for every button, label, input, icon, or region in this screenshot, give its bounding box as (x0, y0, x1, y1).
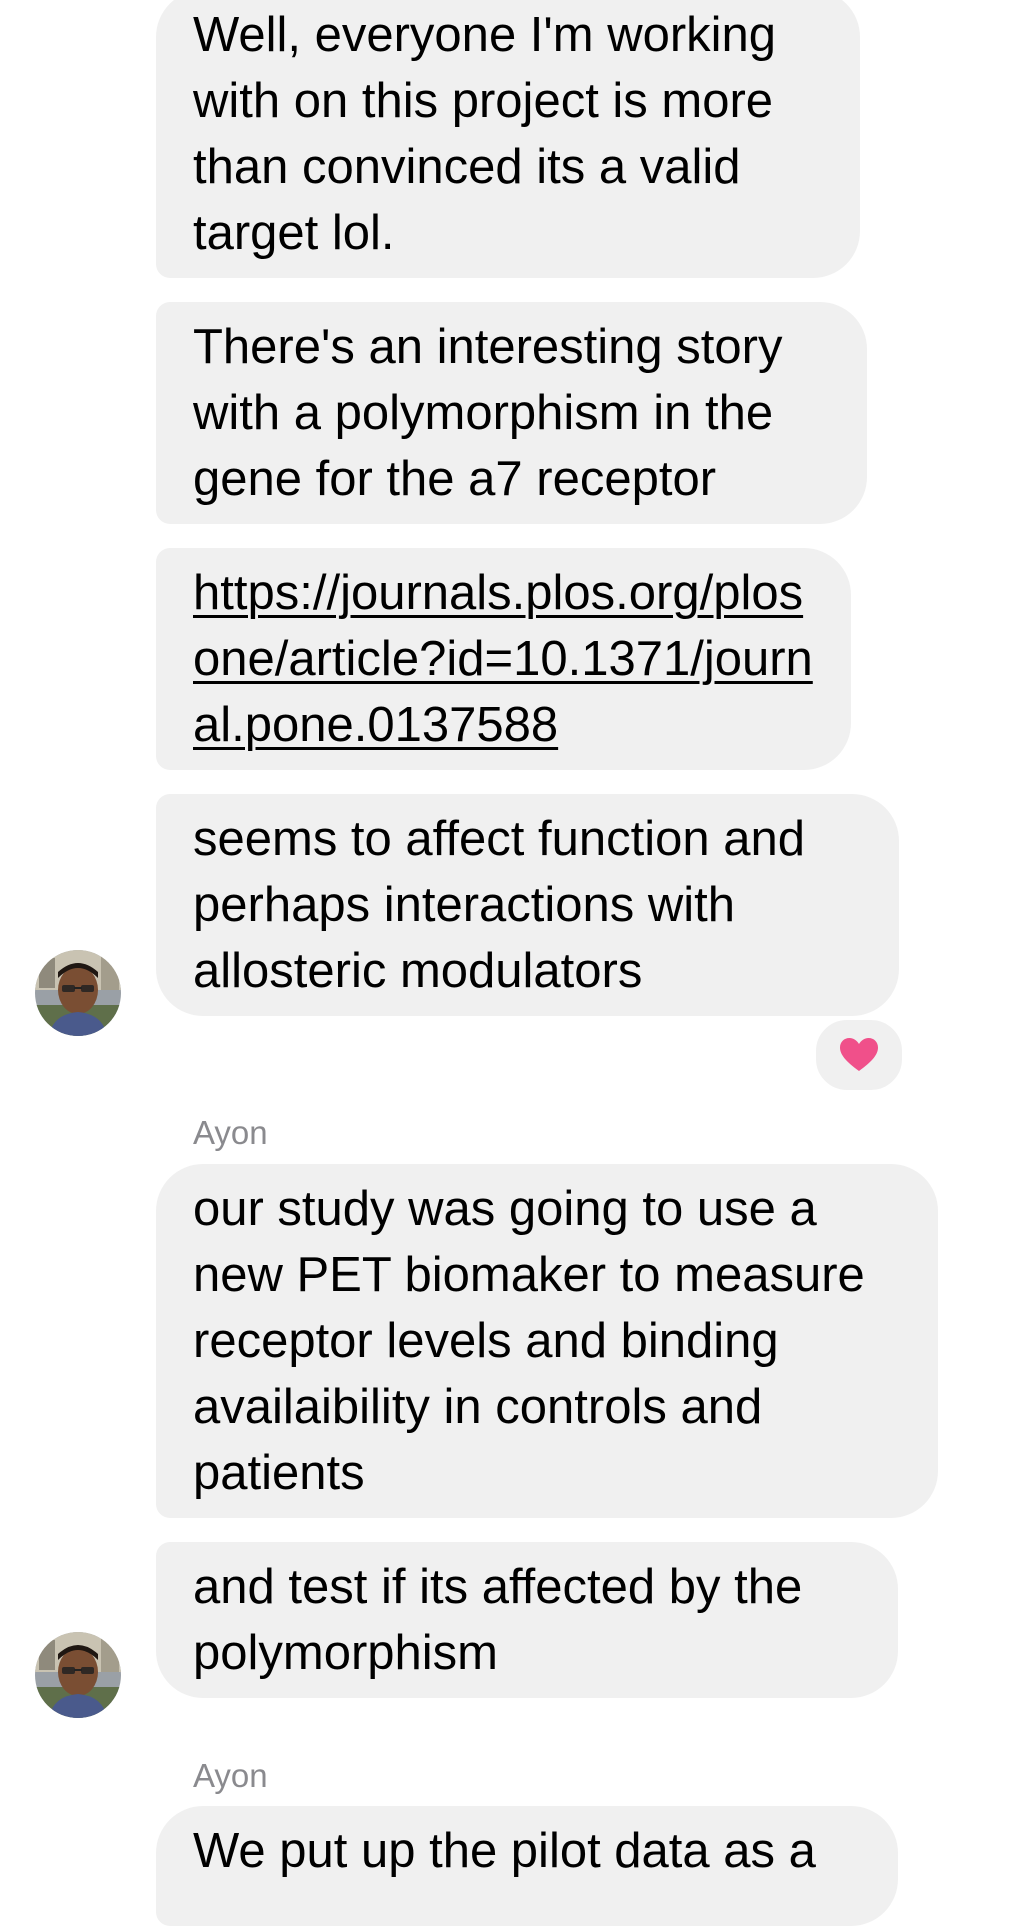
avatar[interactable] (35, 950, 121, 1036)
message-bubble[interactable]: seems to affect function and perhaps int… (156, 794, 899, 1016)
message-bubble[interactable]: There's an interesting story with a poly… (156, 302, 867, 524)
message-bubble[interactable]: https://journals.plos.org/plosone/articl… (156, 548, 851, 770)
message-bubble[interactable]: We put up the pilot data as a (156, 1806, 898, 1926)
message-link[interactable]: https://journals.plos.org/plosone/articl… (193, 566, 813, 752)
sender-name: Ayon (193, 1114, 268, 1151)
avatar-photo (35, 1632, 121, 1718)
message-text: and test if its affected by the polymorp… (193, 1560, 803, 1680)
sender-name: Ayon (193, 1757, 268, 1794)
message-text: There's an interesting story with a poly… (193, 320, 783, 506)
reaction-badge[interactable] (812, 1016, 906, 1094)
message-bubble[interactable]: Well, everyone I'm working with on this … (156, 0, 860, 278)
message-bubble[interactable]: our study was going to use a new PET bio… (156, 1164, 938, 1518)
heart-icon (840, 1038, 878, 1071)
message-text: We put up the pilot data as a (193, 1824, 816, 1878)
message-bubble[interactable]: and test if its affected by the polymorp… (156, 1542, 898, 1698)
avatar[interactable] (35, 1632, 121, 1718)
message-text: our study was going to use a new PET bio… (193, 1182, 865, 1500)
message-text: seems to affect function and perhaps int… (193, 812, 805, 998)
avatar-photo (35, 950, 121, 1036)
message-text: Well, everyone I'm working with on this … (193, 8, 777, 260)
